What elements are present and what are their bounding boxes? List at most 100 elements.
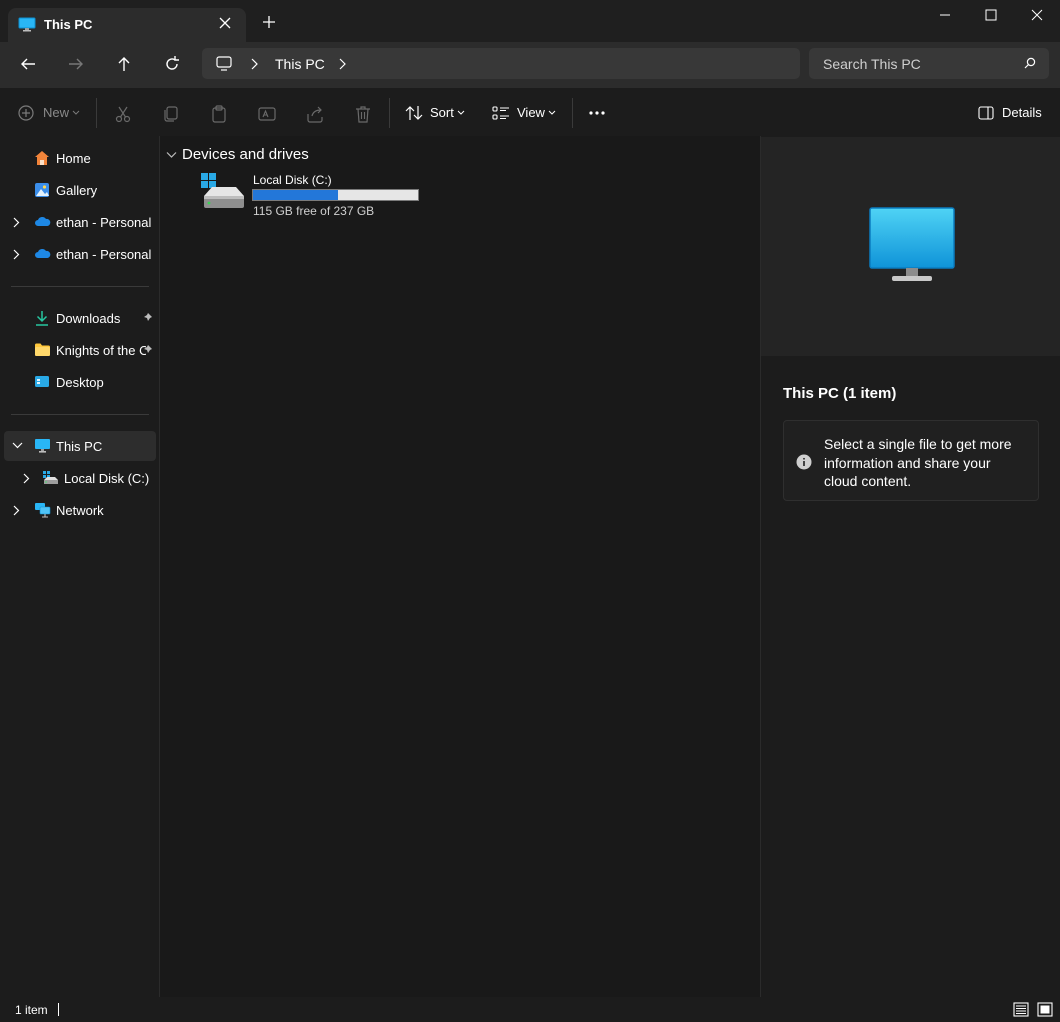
search-icon[interactable] [1024, 57, 1036, 69]
drive-name: Local Disk (C:) [253, 173, 332, 187]
share-button[interactable] [306, 99, 324, 127]
sidebar-item-onedrive[interactable]: ethan - Personal [4, 207, 156, 237]
maximize-button[interactable] [968, 0, 1014, 32]
close-window-button[interactable] [1014, 0, 1060, 32]
large-icons-view-button[interactable] [1037, 1002, 1053, 1017]
monitor-icon [869, 207, 955, 281]
breadcrumb-chevron-icon[interactable] [338, 58, 346, 70]
minimize-button[interactable] [922, 0, 968, 32]
sidebar-item-label: Gallery [56, 183, 98, 198]
sidebar-item-home[interactable]: Home [4, 143, 156, 173]
breadcrumb-this-pc[interactable]: This PC [275, 56, 325, 72]
share-icon [307, 106, 323, 123]
file-list[interactable] [160, 136, 760, 997]
new-label: New [43, 105, 70, 120]
drive-free-space: 115 GB free of 237 GB [253, 204, 375, 218]
desktop-icon [34, 374, 50, 389]
more-options-button[interactable] [588, 99, 606, 127]
sidebar-item-label: Knights of the O [56, 343, 146, 358]
new-button[interactable]: New [18, 99, 84, 127]
tab-this-pc[interactable]: This PC [8, 8, 246, 42]
chevron-down-icon[interactable] [12, 441, 23, 449]
sidebar-item-network[interactable]: Network [4, 495, 156, 525]
chevron-right-icon[interactable] [12, 217, 20, 228]
paste-icon [212, 105, 226, 123]
chevron-down-icon [72, 110, 80, 115]
details-view-button[interactable] [1013, 1002, 1029, 1017]
details-pane-button[interactable]: Details [978, 99, 1042, 127]
onedrive-cloud-icon [34, 248, 51, 259]
close-tab-icon[interactable] [218, 16, 232, 30]
paste-button[interactable] [210, 99, 228, 127]
forward-button[interactable] [59, 47, 93, 81]
sidebar-item-knights-folder[interactable]: Knights of the O [4, 335, 156, 365]
details-preview [761, 137, 1060, 356]
sidebar-divider [11, 414, 149, 415]
new-tab-button[interactable] [262, 15, 276, 29]
pin-icon[interactable] [142, 312, 153, 323]
status-item-count: 1 item [15, 1003, 48, 1017]
onedrive-cloud-icon [34, 216, 51, 227]
chevron-right-icon[interactable] [12, 505, 20, 516]
toolbar-divider [96, 98, 97, 128]
sidebar-item-local-disk[interactable]: Local Disk (C:) [4, 463, 156, 493]
sidebar-item-desktop[interactable]: Desktop [4, 367, 156, 397]
drive-icon [42, 470, 59, 485]
sidebar-item-label: Local Disk (C:) [64, 471, 150, 486]
trash-icon [356, 106, 370, 123]
sidebar-divider [11, 286, 149, 287]
computer-icon[interactable] [216, 56, 232, 71]
hard-drive-icon [201, 173, 244, 208]
status-bar [0, 997, 1060, 1022]
details-view-icon [1013, 1002, 1029, 1017]
download-icon [34, 310, 50, 326]
large-icons-view-icon [1037, 1002, 1053, 1017]
copy-button[interactable] [162, 99, 180, 127]
chevron-down-icon[interactable] [166, 151, 177, 159]
tab-title: This PC [44, 17, 93, 32]
network-icon [34, 502, 51, 518]
chevron-down-icon [457, 110, 465, 115]
cut-icon [115, 106, 131, 123]
rename-button[interactable] [258, 99, 276, 127]
address-bar[interactable]: This PC [202, 48, 800, 79]
sidebar-item-label: Desktop [56, 375, 104, 390]
gallery-icon [34, 182, 50, 198]
rename-icon [258, 107, 276, 121]
monitor-icon [18, 17, 36, 33]
more-icon [589, 111, 605, 115]
sidebar-item-this-pc[interactable]: This PC [4, 431, 156, 461]
cut-button[interactable] [114, 99, 132, 127]
details-info-text: Select a single file to get more informa… [824, 436, 1012, 489]
pin-icon[interactable] [142, 344, 153, 355]
chevron-right-icon[interactable] [22, 473, 30, 484]
sidebar-item-label: Home [56, 151, 91, 166]
view-icon [492, 106, 509, 120]
toolbar-divider [389, 98, 390, 128]
up-button[interactable] [107, 47, 141, 81]
delete-button[interactable] [354, 99, 372, 127]
drive-usage-bar [252, 189, 419, 201]
details-pane-icon [978, 106, 994, 120]
breadcrumb-chevron-icon[interactable] [250, 58, 258, 70]
copy-icon [164, 106, 178, 122]
back-button[interactable] [11, 47, 45, 81]
chevron-right-icon[interactable] [12, 249, 20, 260]
sidebar-item-label: Downloads [56, 311, 121, 326]
chevron-down-icon [548, 110, 556, 115]
status-separator [58, 1003, 59, 1016]
add-icon [18, 105, 34, 121]
search-input[interactable]: Search This PC [809, 48, 1049, 79]
monitor-icon [34, 438, 51, 454]
view-button[interactable]: View [492, 99, 558, 127]
sidebar-item-onedrive[interactable]: ethan - Personal [4, 239, 156, 269]
drive-item-local-disk[interactable]: Local Disk (C:) 115 GB free of 237 GB [200, 170, 422, 220]
group-title: Devices and drives [182, 146, 309, 163]
sidebar-item-downloads[interactable]: Downloads [4, 303, 156, 333]
details-info-card: Select a single file to get more informa… [783, 420, 1039, 501]
view-label: View [517, 105, 545, 120]
details-label: Details [1002, 105, 1042, 120]
refresh-button[interactable] [155, 47, 189, 81]
sidebar-item-gallery[interactable]: Gallery [4, 175, 156, 205]
sort-button[interactable]: Sort [405, 99, 467, 127]
